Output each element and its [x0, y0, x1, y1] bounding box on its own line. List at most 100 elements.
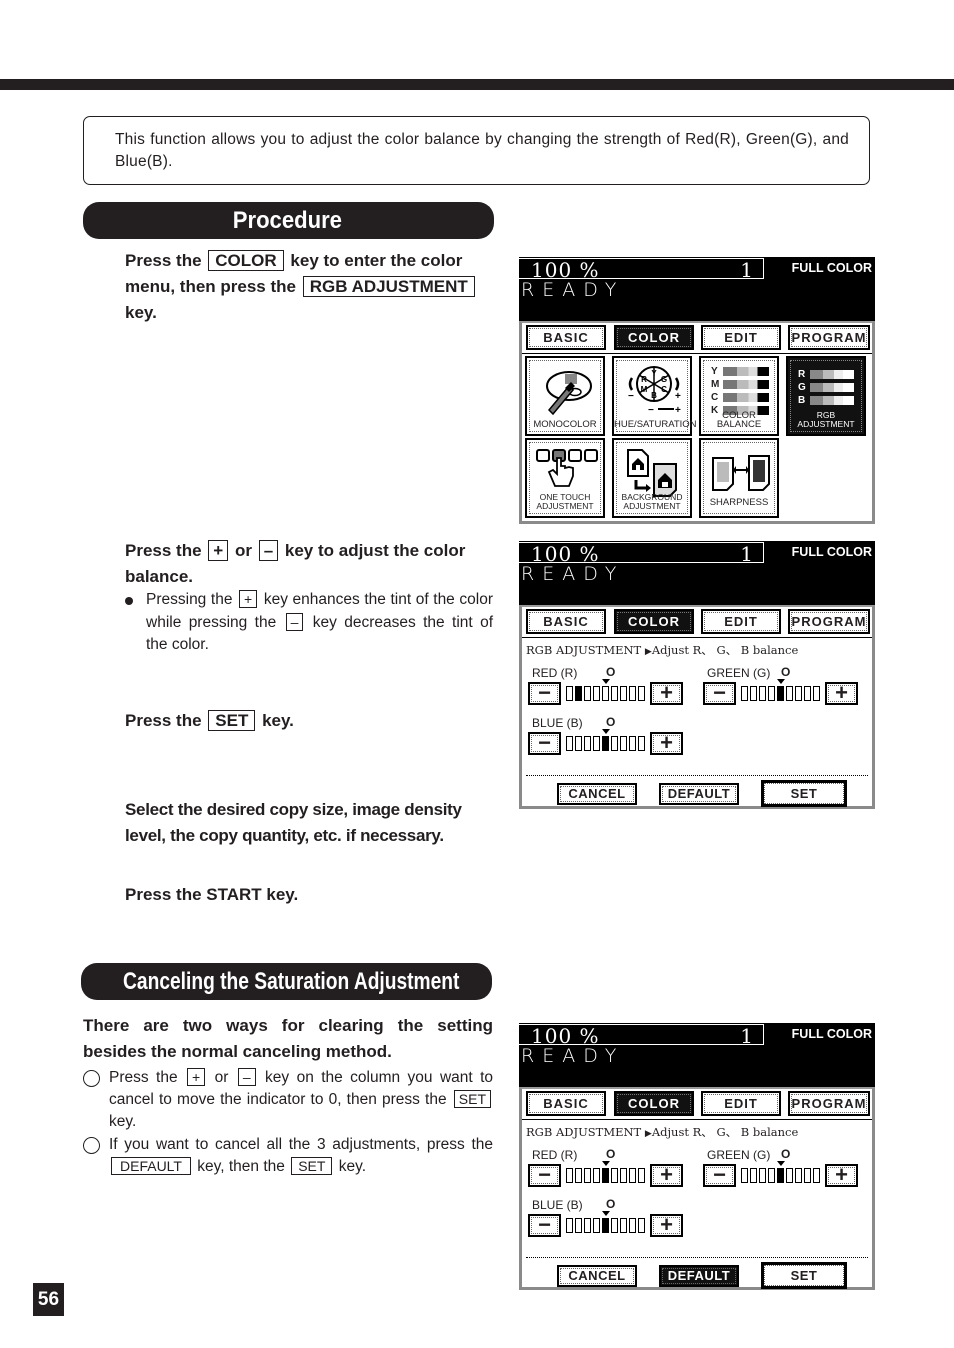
arrow-right-icon: ▶ — [644, 647, 652, 657]
level-segment — [620, 686, 627, 701]
intro-box: This function allows you to adjust the c… — [83, 116, 870, 185]
hue-saturation-button[interactable]: Y G C B M R − + − + HUE/SATURATION — [612, 356, 697, 436]
cancel-button[interactable]: CANCEL — [557, 783, 637, 805]
default-button[interactable]: DEFAULT — [659, 1265, 739, 1287]
center-marker-icon — [601, 1161, 610, 1166]
sharpness-button[interactable]: SHARPNESS — [699, 438, 779, 518]
note-text: Pressing the — [146, 591, 233, 608]
rgb-adjustment-button[interactable]: R G B RGB ADJUSTMENT — [786, 356, 866, 436]
set-button[interactable]: SET — [761, 780, 847, 807]
bar-letter: B — [798, 394, 806, 406]
bar-b: B — [798, 394, 854, 406]
key-plus: + — [187, 1068, 206, 1086]
level-segment — [575, 736, 582, 751]
plus-button[interactable]: + — [825, 682, 858, 705]
key-minus: – — [285, 612, 304, 631]
copy-count: 1 — [740, 258, 753, 282]
panel-body: BASIC COLOR EDIT PROGRAM MONOCOLOR Y G C… — [519, 321, 875, 524]
procedure-heading: Procedure — [83, 202, 494, 239]
tile-label-line2: ADJUSTMENT — [623, 501, 681, 511]
plus-button[interactable]: + — [650, 732, 683, 755]
set-button[interactable]: SET — [761, 1262, 847, 1289]
cancel-button[interactable]: CANCEL — [557, 1265, 637, 1287]
channel-label: BLUE (B) — [532, 716, 583, 730]
plus-button[interactable]: + — [650, 1214, 683, 1237]
minus-button[interactable]: − — [528, 1214, 561, 1237]
level-segment — [575, 686, 582, 701]
status-message: READY — [521, 1045, 625, 1067]
item-text: key. — [109, 1113, 137, 1130]
default-button[interactable]: DEFAULT — [659, 783, 739, 805]
tab-program[interactable]: PROGRAM — [788, 609, 870, 634]
panel-header: 100 % 1 FULL COLOR READY — [519, 257, 875, 321]
background-adjustment-button[interactable]: BACKGROUND ADJUSTMENT — [612, 438, 692, 518]
panel-tabs: BASIC COLOR EDIT PROGRAM — [524, 323, 870, 353]
tile-label: ONE TOUCH ADJUSTMENT — [527, 493, 603, 511]
page-number: 56 — [33, 1283, 64, 1316]
level-segment — [593, 736, 600, 751]
tab-basic[interactable]: BASIC — [526, 1091, 606, 1116]
level-segment — [602, 736, 609, 751]
plus-button[interactable]: + — [650, 682, 683, 705]
one-touch-hand-icon — [536, 449, 598, 487]
copy-count: 1 — [740, 542, 753, 566]
tab-color[interactable]: COLOR — [614, 609, 694, 634]
panel-body: BASIC COLOR EDIT PROGRAM RGB ADJUSTMENT … — [519, 1087, 875, 1290]
header-rule — [0, 79, 954, 90]
level-segment — [768, 686, 775, 701]
level-segment — [804, 1168, 811, 1183]
item-text: key. — [338, 1158, 367, 1175]
tab-edit[interactable]: EDIT — [701, 609, 781, 634]
level-segment — [813, 1168, 820, 1183]
level-indicator — [564, 1211, 647, 1233]
channel-label: GREEN (G) — [707, 1148, 771, 1162]
color-mode: FULL COLOR — [791, 261, 872, 275]
tab-basic[interactable]: BASIC — [526, 609, 606, 634]
bar-letter: Y — [711, 365, 718, 377]
key-minus: – — [258, 540, 279, 561]
svg-text:−: − — [628, 391, 634, 402]
tab-basic[interactable]: BASIC — [526, 325, 606, 350]
level-segment — [759, 686, 766, 701]
minus-button[interactable]: − — [703, 682, 736, 705]
minus-button[interactable]: − — [703, 1164, 736, 1187]
canceling-heading-text: Canceling the Saturation Adjustment — [123, 968, 460, 995]
monocolor-button[interactable]: MONOCOLOR — [525, 356, 605, 436]
bar-m: M — [711, 378, 769, 390]
svg-text:−: − — [648, 405, 654, 416]
color-balance-button[interactable]: Y M C K COLOR BALANCE — [699, 356, 779, 436]
bar-y: Y — [711, 365, 769, 377]
plus-button[interactable]: + — [825, 1164, 858, 1187]
bullet-icon — [125, 597, 133, 605]
tab-program[interactable]: PROGRAM — [788, 1091, 870, 1116]
level-segment — [795, 686, 802, 701]
panel-body: BASIC COLOR EDIT PROGRAM RGB ADJUSTMENT … — [519, 605, 875, 809]
zero-mark: O — [606, 1147, 616, 1161]
tab-color[interactable]: COLOR — [614, 325, 694, 350]
bar-swatch — [723, 392, 769, 402]
level-segment — [638, 686, 645, 701]
level-segment — [566, 686, 573, 701]
tile-label: HUE/SATURATION — [614, 419, 697, 430]
status-message: READY — [521, 563, 625, 585]
tab-color[interactable]: COLOR — [614, 1091, 694, 1116]
plus-button[interactable]: + — [650, 1164, 683, 1187]
minus-button[interactable]: − — [528, 732, 561, 755]
minus-button[interactable]: − — [528, 1164, 561, 1187]
background-house-icon — [627, 449, 677, 497]
rgb-subtitle-text: Adjust R、 G、 B balance — [651, 1125, 799, 1139]
channel-label: RED (R) — [532, 666, 578, 680]
level-segment — [602, 1168, 609, 1183]
panel-tabs: BASIC COLOR EDIT PROGRAM — [524, 607, 870, 637]
one-touch-adjustment-button[interactable]: ONE TOUCH ADJUSTMENT — [525, 438, 605, 518]
bar-swatch — [810, 382, 854, 392]
minus-button[interactable]: − — [528, 682, 561, 705]
tab-program[interactable]: PROGRAM — [788, 325, 870, 350]
tab-edit[interactable]: EDIT — [701, 1091, 781, 1116]
tab-edit[interactable]: EDIT — [701, 325, 781, 350]
level-indicator — [564, 1161, 647, 1183]
level-segment — [750, 1168, 757, 1183]
level-segment — [584, 1218, 591, 1233]
svg-text:+: + — [675, 405, 681, 416]
color-wheel-icon: Y G C B M R − + − + — [628, 366, 681, 416]
